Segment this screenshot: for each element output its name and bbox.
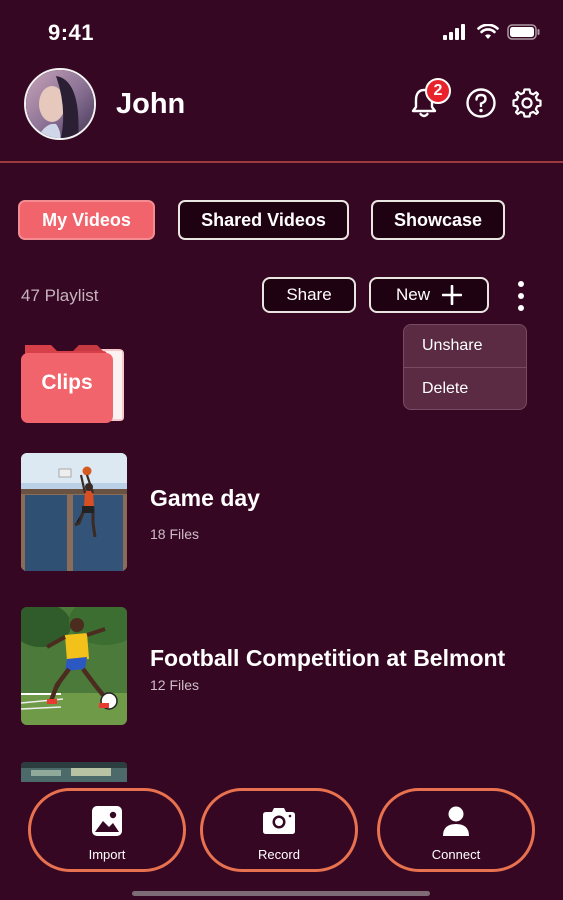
new-playlist-button[interactable]: New (369, 277, 489, 313)
battery-icon (507, 24, 540, 40)
share-button-label: Share (286, 285, 332, 304)
status-time: 9:41 (48, 20, 95, 45)
username: John (116, 88, 186, 120)
settings-gear-icon[interactable] (510, 86, 544, 120)
tab-shared-videos[interactable]: Shared Videos (178, 200, 349, 240)
person-icon (443, 806, 469, 836)
tab-my-videos[interactable]: My Videos (18, 200, 155, 240)
more-options-icon[interactable] (507, 278, 535, 314)
import-label: Import (88, 847, 126, 862)
playlist-thumbnail (21, 607, 127, 725)
image-icon (92, 806, 122, 836)
connect-label: Connect (431, 847, 481, 862)
menu-item-unshare[interactable]: Unshare (404, 325, 526, 367)
context-menu: Unshare Delete (403, 324, 527, 410)
playlist-thumbnail (21, 453, 127, 571)
playlist-file-count: 18 Files (150, 526, 200, 542)
header-divider (0, 161, 563, 163)
plus-icon (442, 285, 462, 305)
list-item[interactable]: Football Competition at Belmont 12 Files (21, 607, 541, 725)
signal-icon (443, 24, 465, 40)
profile-header: John (0, 64, 563, 162)
avatar[interactable] (24, 68, 96, 140)
record-button[interactable]: Record (200, 788, 358, 872)
home-indicator (132, 891, 430, 896)
playlist-file-count: 12 Files (150, 677, 200, 693)
playlist-title: Game day (150, 485, 260, 511)
status-icons (443, 24, 541, 40)
notification-badge: 2 (425, 78, 451, 104)
playlist-thumbnail (21, 762, 127, 782)
menu-item-delete[interactable]: Delete (404, 367, 526, 409)
camera-icon (263, 808, 295, 834)
tab-showcase[interactable]: Showcase (371, 200, 505, 240)
help-icon[interactable] (464, 86, 498, 120)
new-button-label: New (395, 285, 430, 304)
import-button[interactable]: Import (28, 788, 186, 872)
playlist-count: 47 Playlist (21, 286, 99, 305)
folder-label: Clips (41, 371, 93, 394)
folder-clips[interactable]: Clips (21, 343, 125, 423)
list-item[interactable]: Game day 18 Files (21, 453, 541, 571)
share-button[interactable]: Share (262, 277, 356, 313)
wifi-icon (477, 24, 499, 39)
record-label: Record (258, 847, 300, 862)
status-bar: 9:41 (0, 0, 563, 64)
connect-button[interactable]: Connect (377, 788, 535, 872)
playlist-title: Football Competition at Belmont (150, 645, 506, 671)
